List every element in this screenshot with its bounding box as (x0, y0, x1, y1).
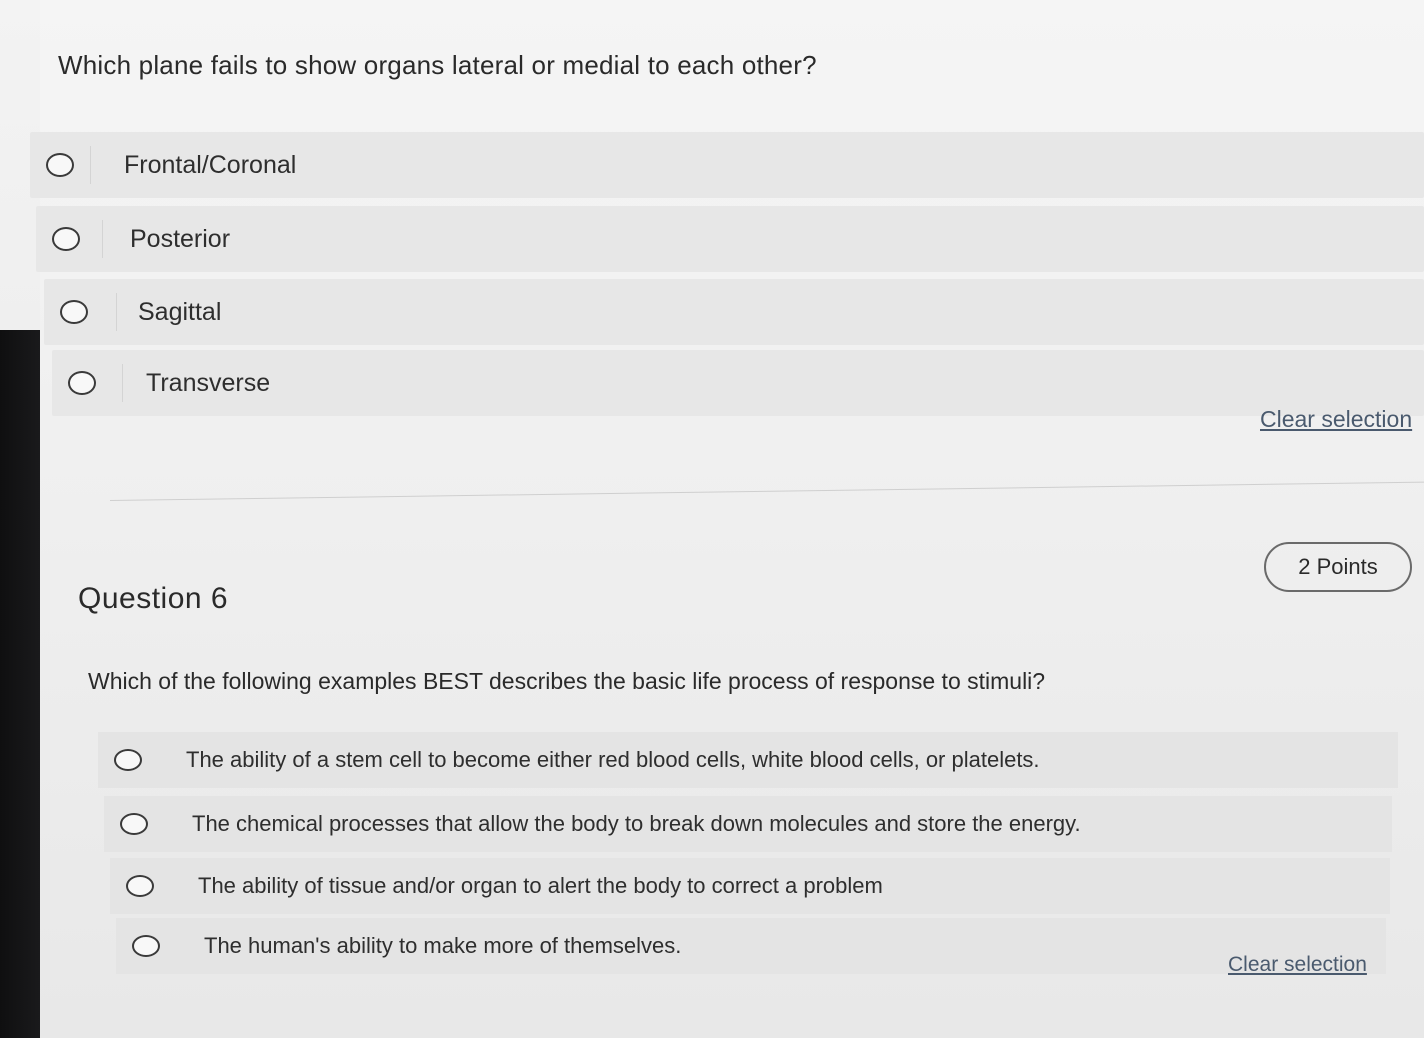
radio-button-icon[interactable] (126, 875, 154, 897)
option-label: The chemical processes that allow the bo… (192, 811, 1081, 836)
option-label: The ability of tissue and/or organ to al… (198, 873, 883, 898)
points-badge: 2 Points (1264, 542, 1412, 592)
option-label: The ability of a stem cell to become eit… (186, 747, 1040, 772)
quiz-screen: Which plane fails to show organs lateral… (0, 0, 1424, 1038)
q6-option-chemical-processes[interactable]: The chemical processes that allow the bo… (104, 796, 1392, 852)
radio-button-icon[interactable] (68, 371, 96, 395)
option-label: Sagittal (138, 297, 222, 326)
question-separator (109, 481, 1424, 501)
option-divider (102, 220, 103, 258)
radio-button-icon[interactable] (120, 813, 148, 835)
option-label: Frontal/Coronal (124, 150, 297, 179)
option-label: Transverse (146, 368, 271, 397)
q6-option-reproduction[interactable]: The human's ability to make more of them… (116, 918, 1386, 974)
radio-button-icon[interactable] (132, 935, 160, 957)
question-6-text: Which of the following examples BEST des… (88, 668, 1046, 694)
q5-clear-selection-link[interactable]: Clear selection (1260, 406, 1412, 433)
q6-option-tissue-alert[interactable]: The ability of tissue and/or organ to al… (110, 858, 1390, 914)
option-divider (90, 146, 91, 184)
radio-button-icon[interactable] (46, 153, 74, 177)
radio-button-icon[interactable] (52, 227, 80, 251)
option-divider (122, 364, 123, 402)
option-label: Posterior (130, 224, 231, 253)
question-5-text: Which plane fails to show organs lateral… (58, 50, 817, 80)
q5-option-transverse[interactable]: Transverse (52, 350, 1424, 416)
q6-option-stem-cell[interactable]: The ability of a stem cell to become eit… (98, 732, 1398, 788)
q6-clear-selection-link[interactable]: Clear selection (1228, 953, 1367, 977)
q5-option-frontal-coronal[interactable]: Frontal/Coronal (30, 132, 1424, 198)
question-6-heading: Question 6 (78, 582, 229, 615)
radio-button-icon[interactable] (114, 749, 142, 771)
q5-option-posterior[interactable]: Posterior (36, 206, 1424, 272)
q5-option-sagittal[interactable]: Sagittal (44, 279, 1424, 345)
option-divider (116, 293, 117, 331)
option-label: The human's ability to make more of them… (204, 933, 682, 958)
radio-button-icon[interactable] (60, 300, 88, 324)
